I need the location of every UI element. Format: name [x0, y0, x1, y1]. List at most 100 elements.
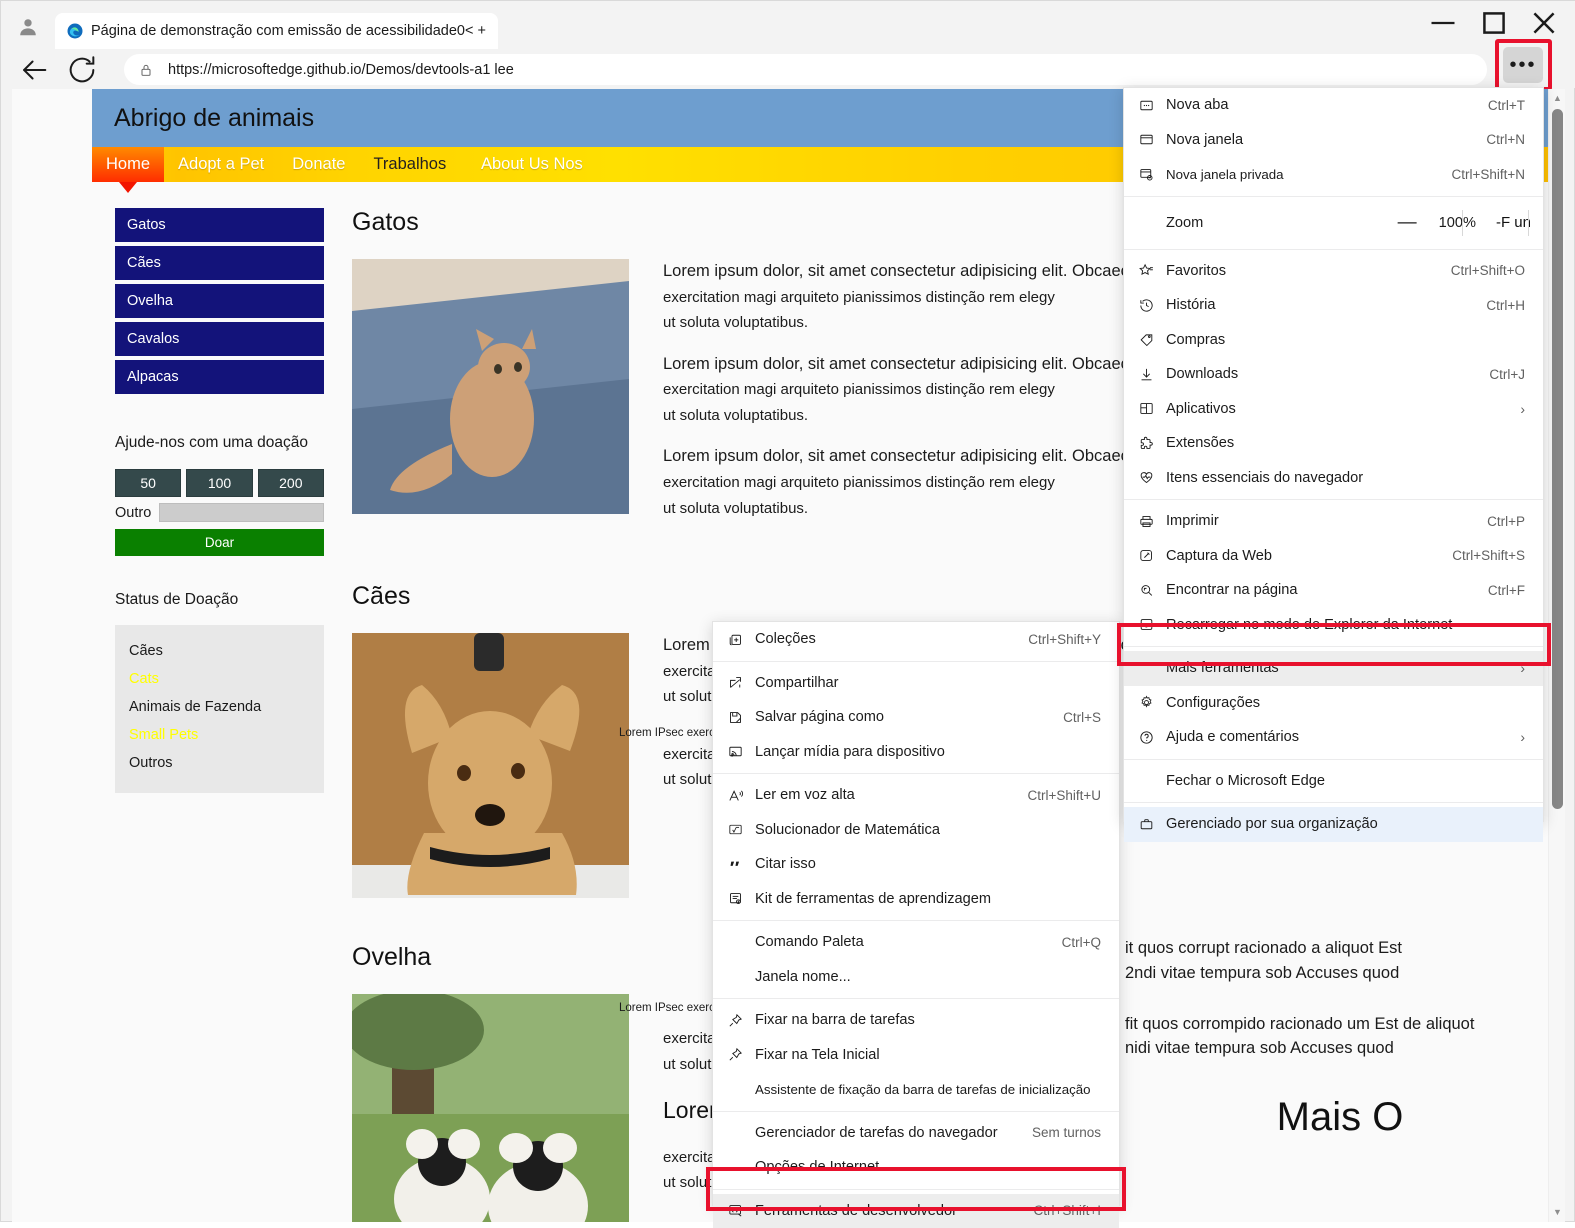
menu-item-captura-da-web[interactable]: Captura da Web Ctrl+Shift+S [1124, 539, 1543, 574]
zoom-fullscreen-button[interactable]: -F un [1496, 214, 1531, 231]
menu-item-aplicativos[interactable]: Aplicativos › [1124, 392, 1543, 427]
essentials-icon [1138, 469, 1166, 486]
status-row-small-pets: Small Pets [129, 721, 310, 749]
cat-photo [352, 259, 629, 514]
submenu-separator-5 [713, 1111, 1119, 1112]
svg-text:e: e [1145, 621, 1149, 630]
edge-main-menu: Nova aba Ctrl+T Nova janela Ctrl+N Nova … [1123, 87, 1544, 822]
back-icon[interactable] [17, 53, 51, 87]
profile-avatar-icon[interactable] [13, 12, 43, 42]
sidebar-item-cavalos[interactable]: Cavalos [115, 322, 324, 356]
menu-item-nova-aba[interactable]: Nova aba Ctrl+T [1124, 88, 1543, 123]
other-amount-input[interactable] [159, 503, 324, 522]
submenu-item-kit-de-ferramentas-de-aprendizagem[interactable]: Kit de ferramentas de aprendizagem [713, 882, 1119, 917]
donate-button[interactable]: Doar [115, 529, 324, 556]
menu-shortcut: Ctrl+Shift+N [1451, 167, 1525, 182]
scrollbar-thumb[interactable] [1552, 109, 1563, 809]
sidebar-item-caes[interactable]: Cães [115, 246, 324, 280]
submenu-item-solucionador-de-matematica[interactable]: Solucionador de Matemática [713, 813, 1119, 848]
menu-item-ajuda-e-comentarios[interactable]: Ajuda e comentários › [1124, 720, 1543, 755]
menu-item-itens-essenciais-do-navegador[interactable]: Itens essenciais do navegador [1124, 461, 1543, 496]
zoom-divider-2 [1528, 210, 1529, 236]
submenu-item-colecoes[interactable]: Coleções Ctrl+Shift+Y [713, 622, 1119, 657]
nav-item-donate[interactable]: Donate [278, 147, 359, 182]
menu-item-gerenciado-por-sua-organizacao[interactable]: Gerenciado por sua organização [1124, 807, 1543, 842]
history-icon [1138, 297, 1166, 314]
submenu-label: Lançar mídia para dispositivo [755, 744, 1087, 760]
zoom-out-button[interactable]: — [1398, 212, 1417, 234]
submenu-separator-6 [713, 1189, 1119, 1190]
reload-icon[interactable] [65, 53, 99, 87]
close-button[interactable] [1521, 6, 1567, 40]
menu-label: Favoritos [1166, 263, 1437, 279]
menu-label: Itens essenciais do navegador [1166, 470, 1511, 486]
submenu-label: Opções de Internet [755, 1159, 1087, 1175]
zoom-divider-1 [1462, 210, 1463, 236]
submenu-item-fixar-na-tela-inicial[interactable]: Fixar na Tela Inicial [713, 1038, 1119, 1073]
sidebar-item-ovelha[interactable]: Ovelha [115, 284, 324, 318]
submenu-item-ler-em-voz-alta[interactable]: Ler em voz alta Ctrl+Shift+U [713, 778, 1119, 813]
menu-item-historia[interactable]: História Ctrl+H [1124, 288, 1543, 323]
scroll-up-icon[interactable]: ▲ [1552, 93, 1563, 104]
menu-item-nova-janela[interactable]: Nova janela Ctrl+N [1124, 123, 1543, 158]
address-bar[interactable]: https://microsoftedge.github.io/Demos/de… [124, 54, 1487, 85]
submenu-label: Comando Paleta [755, 934, 1048, 950]
menu-item-mais-ferramentas[interactable]: Mais ferramentas › [1124, 651, 1543, 686]
submenu-item-lancar-midia[interactable]: Lançar mídia para dispositivo [713, 735, 1119, 770]
shopping-icon [1138, 331, 1166, 348]
find-icon [1138, 582, 1166, 599]
submenu-item-gerenciador-de-tarefas-do-navegador[interactable]: Gerenciador de tarefas do navegador Sem … [713, 1116, 1119, 1151]
submenu-item-assistente-de-fixacao[interactable]: Assistente de fixação da barra de tarefa… [713, 1072, 1119, 1107]
menu-label: Nova janela privada [1166, 167, 1437, 182]
menu-label: Nova aba [1166, 97, 1474, 113]
menu-shortcut: Ctrl+H [1486, 298, 1525, 313]
menu-item-recarregar-no-modo-ie[interactable]: e Recarregar no modo de Explorer da Inte… [1124, 608, 1543, 643]
menu-item-encontrar-na-pagina[interactable]: Encontrar na página Ctrl+F [1124, 573, 1543, 608]
menu-label: História [1166, 297, 1472, 313]
submenu-shortcut: Ctrl+Shift+I [1033, 1203, 1101, 1218]
submenu-item-janela-nome[interactable]: Janela nome... [713, 960, 1119, 995]
donate-amount-100[interactable]: 100 [186, 469, 252, 497]
menu-label: Imprimir [1166, 513, 1473, 529]
menu-item-configuracoes[interactable]: Configurações [1124, 686, 1543, 721]
submenu-label: Ferramentas de desenvolvedor [755, 1203, 1019, 1219]
sidebar-item-gatos[interactable]: Gatos [115, 208, 324, 242]
submenu-item-opcoes-de-internet[interactable]: Opções de Internet [713, 1150, 1119, 1185]
section-gatos-text: Lorem ipsum dolor, sit amet consectetur … [663, 259, 1129, 537]
sheep-photo [352, 994, 629, 1222]
menu-item-downloads[interactable]: Downloads Ctrl+J [1124, 357, 1543, 392]
menu-item-fechar-o-microsoft-edge[interactable]: Fechar o Microsoft Edge [1124, 764, 1543, 799]
scroll-down-icon[interactable]: ▼ [1552, 1207, 1563, 1218]
submenu-label: Gerenciador de tarefas do navegador [755, 1125, 1018, 1141]
menu-item-imprimir[interactable]: Imprimir Ctrl+P [1124, 504, 1543, 539]
sidebar-item-alpacas[interactable]: Alpacas [115, 360, 324, 394]
donate-amount-200[interactable]: 200 [258, 469, 324, 497]
submenu-item-compartilhar[interactable]: Compartilhar [713, 666, 1119, 701]
donate-amount-50[interactable]: 50 [115, 469, 181, 497]
minimize-button[interactable] [1420, 6, 1466, 40]
new-tab-icon [1138, 97, 1166, 114]
nav-item-home[interactable]: Home [92, 147, 164, 182]
navigation-toolbar: https://microsoftedge.github.io/Demos/de… [1, 51, 1575, 88]
submenu-item-fixar-na-barra-de-tarefas[interactable]: Fixar na barra de tarefas [713, 1003, 1119, 1038]
submenu-item-citar-isso[interactable]: Citar isso [713, 847, 1119, 882]
donation-amounts: 50 100 200 [115, 469, 324, 497]
menu-separator-5 [1124, 759, 1543, 760]
submenu-item-comando-paleta[interactable]: Comando Paleta Ctrl+Q [713, 925, 1119, 960]
submenu-item-ferramentas-de-desenvolvedor[interactable]: Ferramentas de desenvolvedor Ctrl+Shift+… [713, 1194, 1119, 1228]
menu-item-extensoes[interactable]: Extensões [1124, 426, 1543, 461]
maximize-button[interactable] [1471, 6, 1517, 40]
nav-item-trabalhos[interactable]: Trabalhos [359, 147, 460, 182]
browser-tab[interactable]: Página de demonstração com emissão de ac… [55, 13, 498, 49]
submenu-item-salvar-pagina-como[interactable]: Salvar página como Ctrl+S [713, 700, 1119, 735]
dog-photo [352, 633, 629, 898]
nav-item-adopt-a-pet[interactable]: Adopt a Pet [164, 147, 278, 182]
nav-item-about-us-overlap[interactable]: About Us Nos [481, 147, 583, 182]
browser-more-menu-button[interactable]: ••• [1503, 47, 1543, 83]
inprivate-icon [1138, 166, 1166, 183]
menu-item-favoritos[interactable]: Favoritos Ctrl+Shift+O [1124, 254, 1543, 289]
right-frag-line-3: fit quos corrompido racionado um Est de … [1125, 1012, 1555, 1037]
right-text-fragments: it quos corrupt racionado a aliquot Est … [1125, 936, 1555, 1140]
menu-item-compras[interactable]: Compras [1124, 323, 1543, 358]
menu-item-nova-janela-privada[interactable]: Nova janela privada Ctrl+Shift+N [1124, 157, 1543, 192]
